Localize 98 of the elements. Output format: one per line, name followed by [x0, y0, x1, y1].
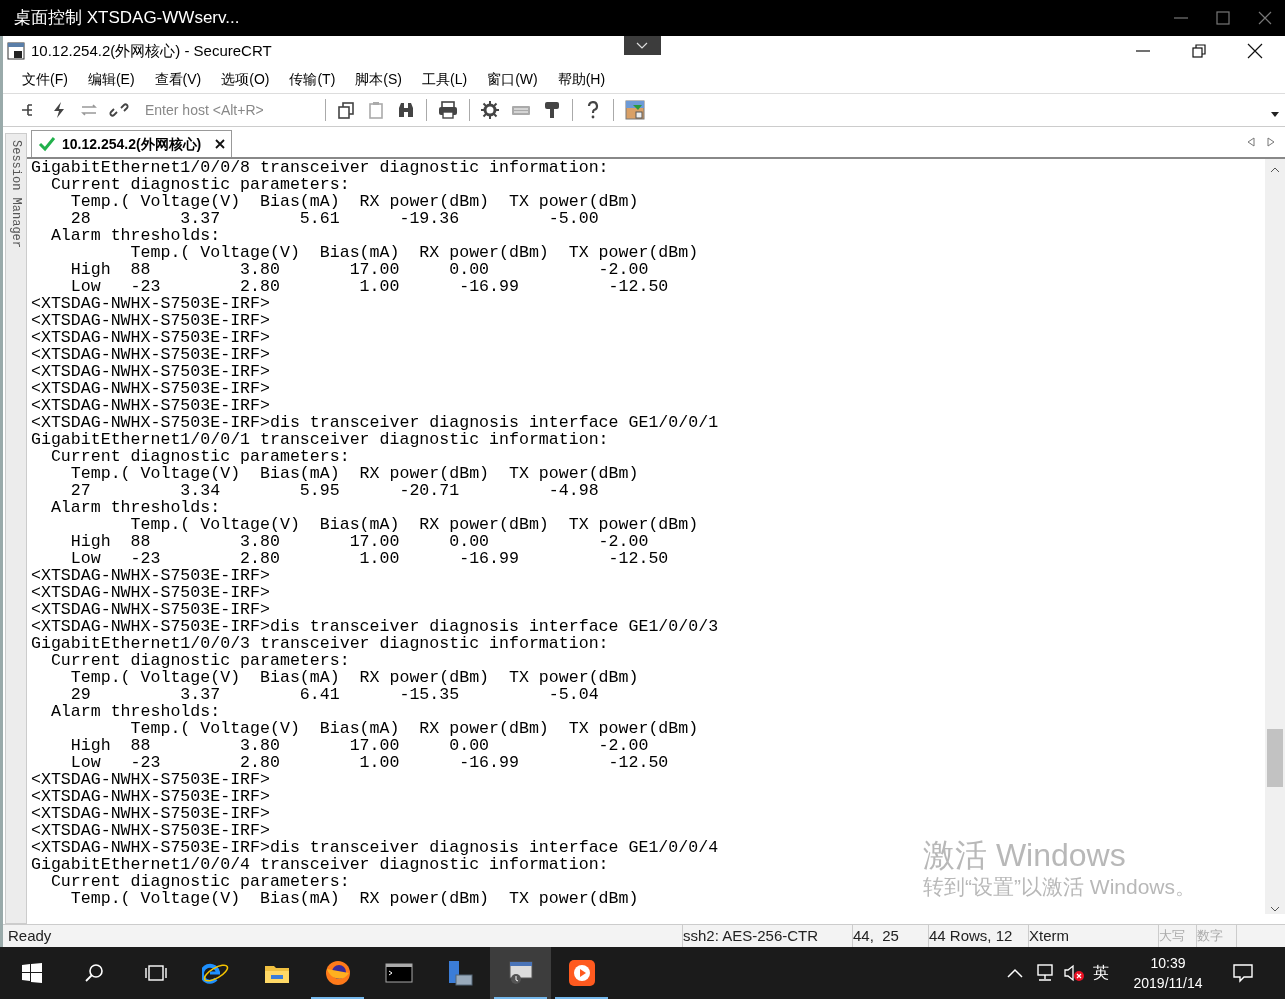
session-picture-icon[interactable]: [624, 99, 646, 121]
terminal-line: <XTSDAG-NWHX-S7503E-IRF>: [31, 822, 270, 839]
dropdown-arrow-icon[interactable]: [1271, 112, 1279, 118]
terminal-line: Alarm thresholds:: [49, 703, 221, 720]
scrollbar[interactable]: [1265, 159, 1285, 914]
terminal-line: 29 3.37 6.41 -15.35 -5.04: [69, 686, 599, 703]
terminal-line: Temp.( Voltage(V) Bias(mA) RX power(dBm) TX power(dBm): [129, 244, 699, 261]
terminal-line: GigabitEthernet1/0/0/8 transceiver diagnostic information:: [31, 159, 609, 176]
terminal-line: GigabitEthernet1/0/0/1 transceiver diagnostic information:: [31, 431, 609, 448]
terminal-line: <XTSDAG-NWHX-S7503E-IRF>: [31, 771, 270, 788]
firefox-icon: [323, 959, 352, 987]
settings-icon[interactable]: [480, 100, 500, 120]
binoculars-icon[interactable]: [396, 100, 416, 120]
scroll-left-icon[interactable]: [1247, 137, 1255, 147]
copy-icon[interactable]: [336, 100, 356, 120]
network-icon[interactable]: [1035, 964, 1055, 982]
terminal-line: Current diagnostic parameters:: [49, 176, 350, 193]
task-view-icon[interactable]: [144, 963, 168, 983]
search-icon[interactable]: [84, 963, 104, 983]
play-app-icon: [567, 959, 596, 987]
menu-item[interactable]: 选项(O): [221, 69, 270, 90]
volume-muted-icon[interactable]: [1063, 964, 1085, 982]
menu-item[interactable]: 传输(T): [289, 69, 336, 90]
notification-icon[interactable]: [1233, 963, 1253, 983]
terminal-line: <XTSDAG-NWHX-S7503E-IRF>: [31, 788, 270, 805]
terminal-line: 27 3.34 5.95 -20.71 -4.98: [69, 482, 599, 499]
checkmark-icon: [38, 136, 56, 152]
terminal-line: Temp.( Voltage(V) Bias(mA) RX power(dBm) TX power(dBm): [129, 720, 699, 737]
terminal-line: Temp.( Voltage(V) Bias(mA) RX power(dBm) TX power(dBm): [69, 890, 639, 907]
taskbar-button[interactable]: [490, 947, 551, 999]
terminal-line: <XTSDAG-NWHX-S7503E-IRF>: [31, 805, 270, 822]
terminal-line: <XTSDAG-NWHX-S7503E-IRF>dis transceiver diagnosis interface GE1/0/0/1: [31, 414, 719, 431]
restore-icon[interactable]: [1191, 43, 1207, 59]
terminal-line: GigabitEthernet1/0/0/4 transceiver diagnostic information:: [31, 856, 609, 873]
terminal-line: <XTSDAG-NWHX-S7503E-IRF>: [31, 397, 270, 414]
terminal-line: Low -23 2.80 1.00 -16.99 -12.50: [69, 278, 669, 295]
session-manager-strip[interactable]: Session Manager: [5, 133, 27, 924]
key-icon[interactable]: [542, 100, 562, 120]
terminal-line: Current diagnostic parameters:: [49, 448, 350, 465]
printer-icon[interactable]: [437, 100, 459, 120]
terminal-line: Low -23 2.80 1.00 -16.99 -12.50: [69, 550, 669, 567]
menu-item[interactable]: 脚本(S): [355, 69, 402, 90]
terminal-line: <XTSDAG-NWHX-S7503E-IRF>: [31, 295, 270, 312]
terminal-line: <XTSDAG-NWHX-S7503E-IRF>: [31, 380, 270, 397]
activation-notice-text: 转到“设置”以激活 Windows。: [923, 874, 1196, 900]
terminal-line: GigabitEthernet1/0/0/3 transceiver diagnostic information:: [31, 635, 609, 652]
activation-notice-title: 激活 Windows: [923, 837, 1127, 873]
scroll-up-icon[interactable]: [1270, 167, 1280, 173]
terminal-line: Temp.( Voltage(V) Bias(mA) RX power(dBm) TX power(dBm): [69, 465, 639, 482]
windows-start-icon[interactable]: [22, 963, 42, 983]
scrollbar-thumb[interactable]: [1267, 729, 1283, 787]
window-title: 10.12.254.2(外网核心) - SecureCRT: [31, 40, 272, 61]
menu-item[interactable]: 查看(V): [154, 69, 202, 90]
remote-desktop-icon: [506, 959, 535, 987]
chevron-up-icon[interactable]: [1007, 968, 1023, 978]
terminal-line: Temp.( Voltage(V) Bias(mA) RX power(dBm) TX power(dBm): [69, 669, 639, 686]
menu-item[interactable]: 编辑(E): [87, 69, 135, 90]
running-indicator: [494, 997, 547, 999]
close-icon[interactable]: [215, 139, 226, 149]
terminal-line: <XTSDAG-NWHX-S7503E-IRF>dis transceiver diagnosis interface GE1/0/0/3: [31, 618, 719, 635]
session-manager-label: Session Manager: [8, 140, 24, 249]
menu-item[interactable]: 工具(L): [422, 69, 468, 90]
terminal-line: High 88 3.80 17.00 0.00 -2.00: [69, 737, 649, 754]
session-tab[interactable]: 10.12.254.2(外网核心): [31, 130, 233, 157]
terminal-line: <XTSDAG-NWHX-S7503E-IRF>: [31, 601, 270, 618]
terminal-line: Temp.( Voltage(V) Bias(mA) RX power(dBm) TX power(dBm): [69, 193, 639, 210]
scroll-right-icon[interactable]: [1267, 137, 1275, 147]
terminal-line: <XTSDAG-NWHX-S7503E-IRF>dis transceiver diagnosis interface GE1/0/0/4: [31, 839, 719, 856]
terminal-line: Current diagnostic parameters:: [49, 873, 350, 890]
terminal-line: 28 3.37 5.61 -19.36 -5.00: [69, 210, 599, 227]
terminal-line: <XTSDAG-NWHX-S7503E-IRF>: [31, 567, 270, 584]
terminal-line: <XTSDAG-NWHX-S7503E-IRF>: [31, 312, 270, 329]
app-icon: [7, 42, 25, 60]
terminal-line: High 88 3.80 17.00 0.00 -2.00: [69, 533, 649, 550]
terminal-line: <XTSDAG-NWHX-S7503E-IRF>: [31, 363, 270, 380]
terminal-line: Low -23 2.80 1.00 -16.99 -12.50: [69, 754, 669, 771]
running-indicator: [311, 997, 364, 999]
running-indicator: [555, 997, 608, 999]
terminal-line: <XTSDAG-NWHX-S7503E-IRF>: [31, 346, 270, 363]
host-field[interactable]: Enter host <Alt+R>: [139, 99, 315, 121]
terminal-line: Current diagnostic parameters:: [49, 652, 350, 669]
scroll-down-icon[interactable]: [1270, 906, 1280, 912]
menu-item[interactable]: 文件(F): [22, 69, 68, 90]
close-icon[interactable]: [1247, 43, 1263, 59]
terminal-line: Alarm thresholds:: [49, 227, 221, 244]
clock-date[interactable]: 2019/11/14: [1133, 973, 1203, 993]
clock-time[interactable]: 10:39: [1150, 953, 1186, 973]
input-method-indicator[interactable]: 英: [1093, 961, 1109, 985]
terminal-line: High 88 3.80 17.00 0.00 -2.00: [69, 261, 649, 278]
menu-item[interactable]: 窗口(W): [487, 69, 538, 90]
terminal-line: Alarm thresholds:: [49, 499, 221, 516]
menu-item[interactable]: 帮助(H): [557, 69, 606, 90]
terminal-line: Temp.( Voltage(V) Bias(mA) RX power(dBm) TX power(dBm): [129, 516, 699, 533]
terminal-line: <XTSDAG-NWHX-S7503E-IRF>: [31, 329, 270, 346]
terminal-line: <XTSDAG-NWHX-S7503E-IRF>: [31, 584, 270, 601]
link-icon[interactable]: [109, 100, 129, 120]
remote-window-title: 桌面控制 XTSDAG-WWserv...: [13, 7, 240, 30]
chevron-down-icon[interactable]: [624, 36, 661, 55]
